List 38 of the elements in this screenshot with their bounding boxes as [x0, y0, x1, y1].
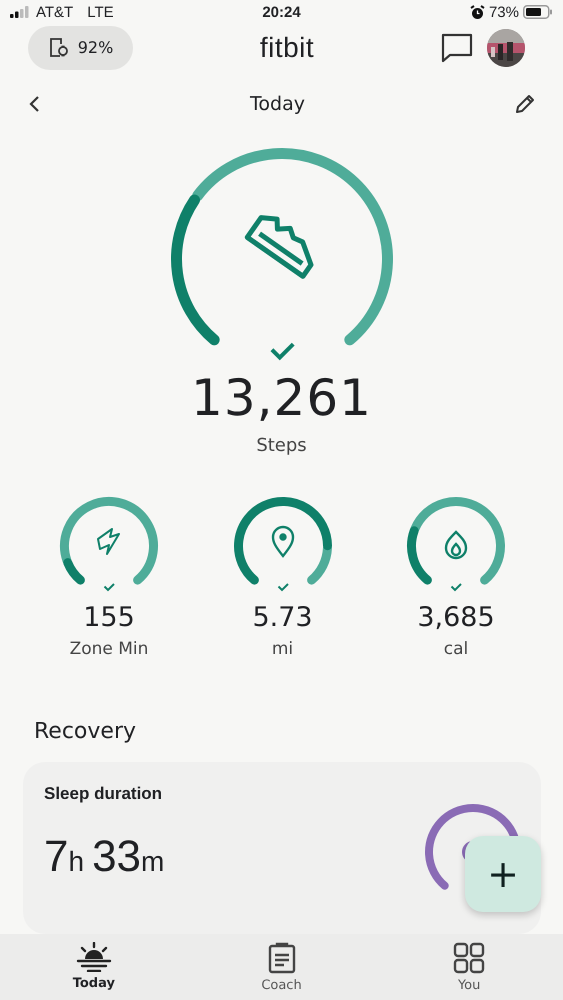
messages-button[interactable] — [441, 32, 473, 63]
sunrise-icon — [76, 942, 112, 972]
clipboard-icon — [266, 942, 296, 974]
signal-icon — [10, 6, 30, 18]
steps-count: 13,261 — [191, 368, 372, 427]
sleep-duration: 7h 33m — [44, 832, 166, 882]
add-button[interactable]: + — [465, 836, 541, 912]
clock-time: 20:24 — [262, 4, 301, 21]
back-button[interactable] — [28, 95, 40, 114]
nav-tab[interactable]: Today — [0, 934, 188, 1000]
chevron-left-icon — [28, 95, 40, 114]
device-battery-button[interactable]: 92% — [28, 26, 133, 70]
phone-watch-icon — [48, 36, 70, 59]
edit-button[interactable] — [515, 94, 535, 114]
grid-icon — [453, 942, 486, 974]
stat-label: mi — [272, 638, 294, 659]
nav-tab[interactable]: Coach — [188, 934, 376, 1000]
page-title: Today — [249, 93, 306, 116]
stat-label: Zone Min — [70, 638, 148, 659]
battery-icon — [523, 5, 553, 20]
network-type: LTE — [87, 4, 114, 21]
battery-percent: 73% — [488, 4, 519, 21]
ring-fill — [407, 526, 432, 584]
stat-value: 3,685 — [417, 602, 495, 633]
ring-fill — [63, 558, 85, 584]
stat-label: cal — [444, 638, 468, 659]
steps-label: Steps — [256, 434, 307, 456]
pencil-icon — [515, 94, 535, 114]
chat-bubble-icon — [441, 32, 473, 63]
card-title: Sleep duration — [44, 784, 164, 804]
app-logo: fitbit — [258, 32, 316, 64]
carrier-name: AT&T — [36, 4, 74, 21]
section-title: Recovery — [34, 718, 138, 744]
stat-value: 5.73 — [252, 602, 313, 633]
sneaker-icon — [244, 214, 313, 279]
nav-tab[interactable]: You — [375, 934, 563, 1000]
stat-value: 155 — [83, 602, 135, 633]
location-pin-icon — [271, 526, 294, 557]
